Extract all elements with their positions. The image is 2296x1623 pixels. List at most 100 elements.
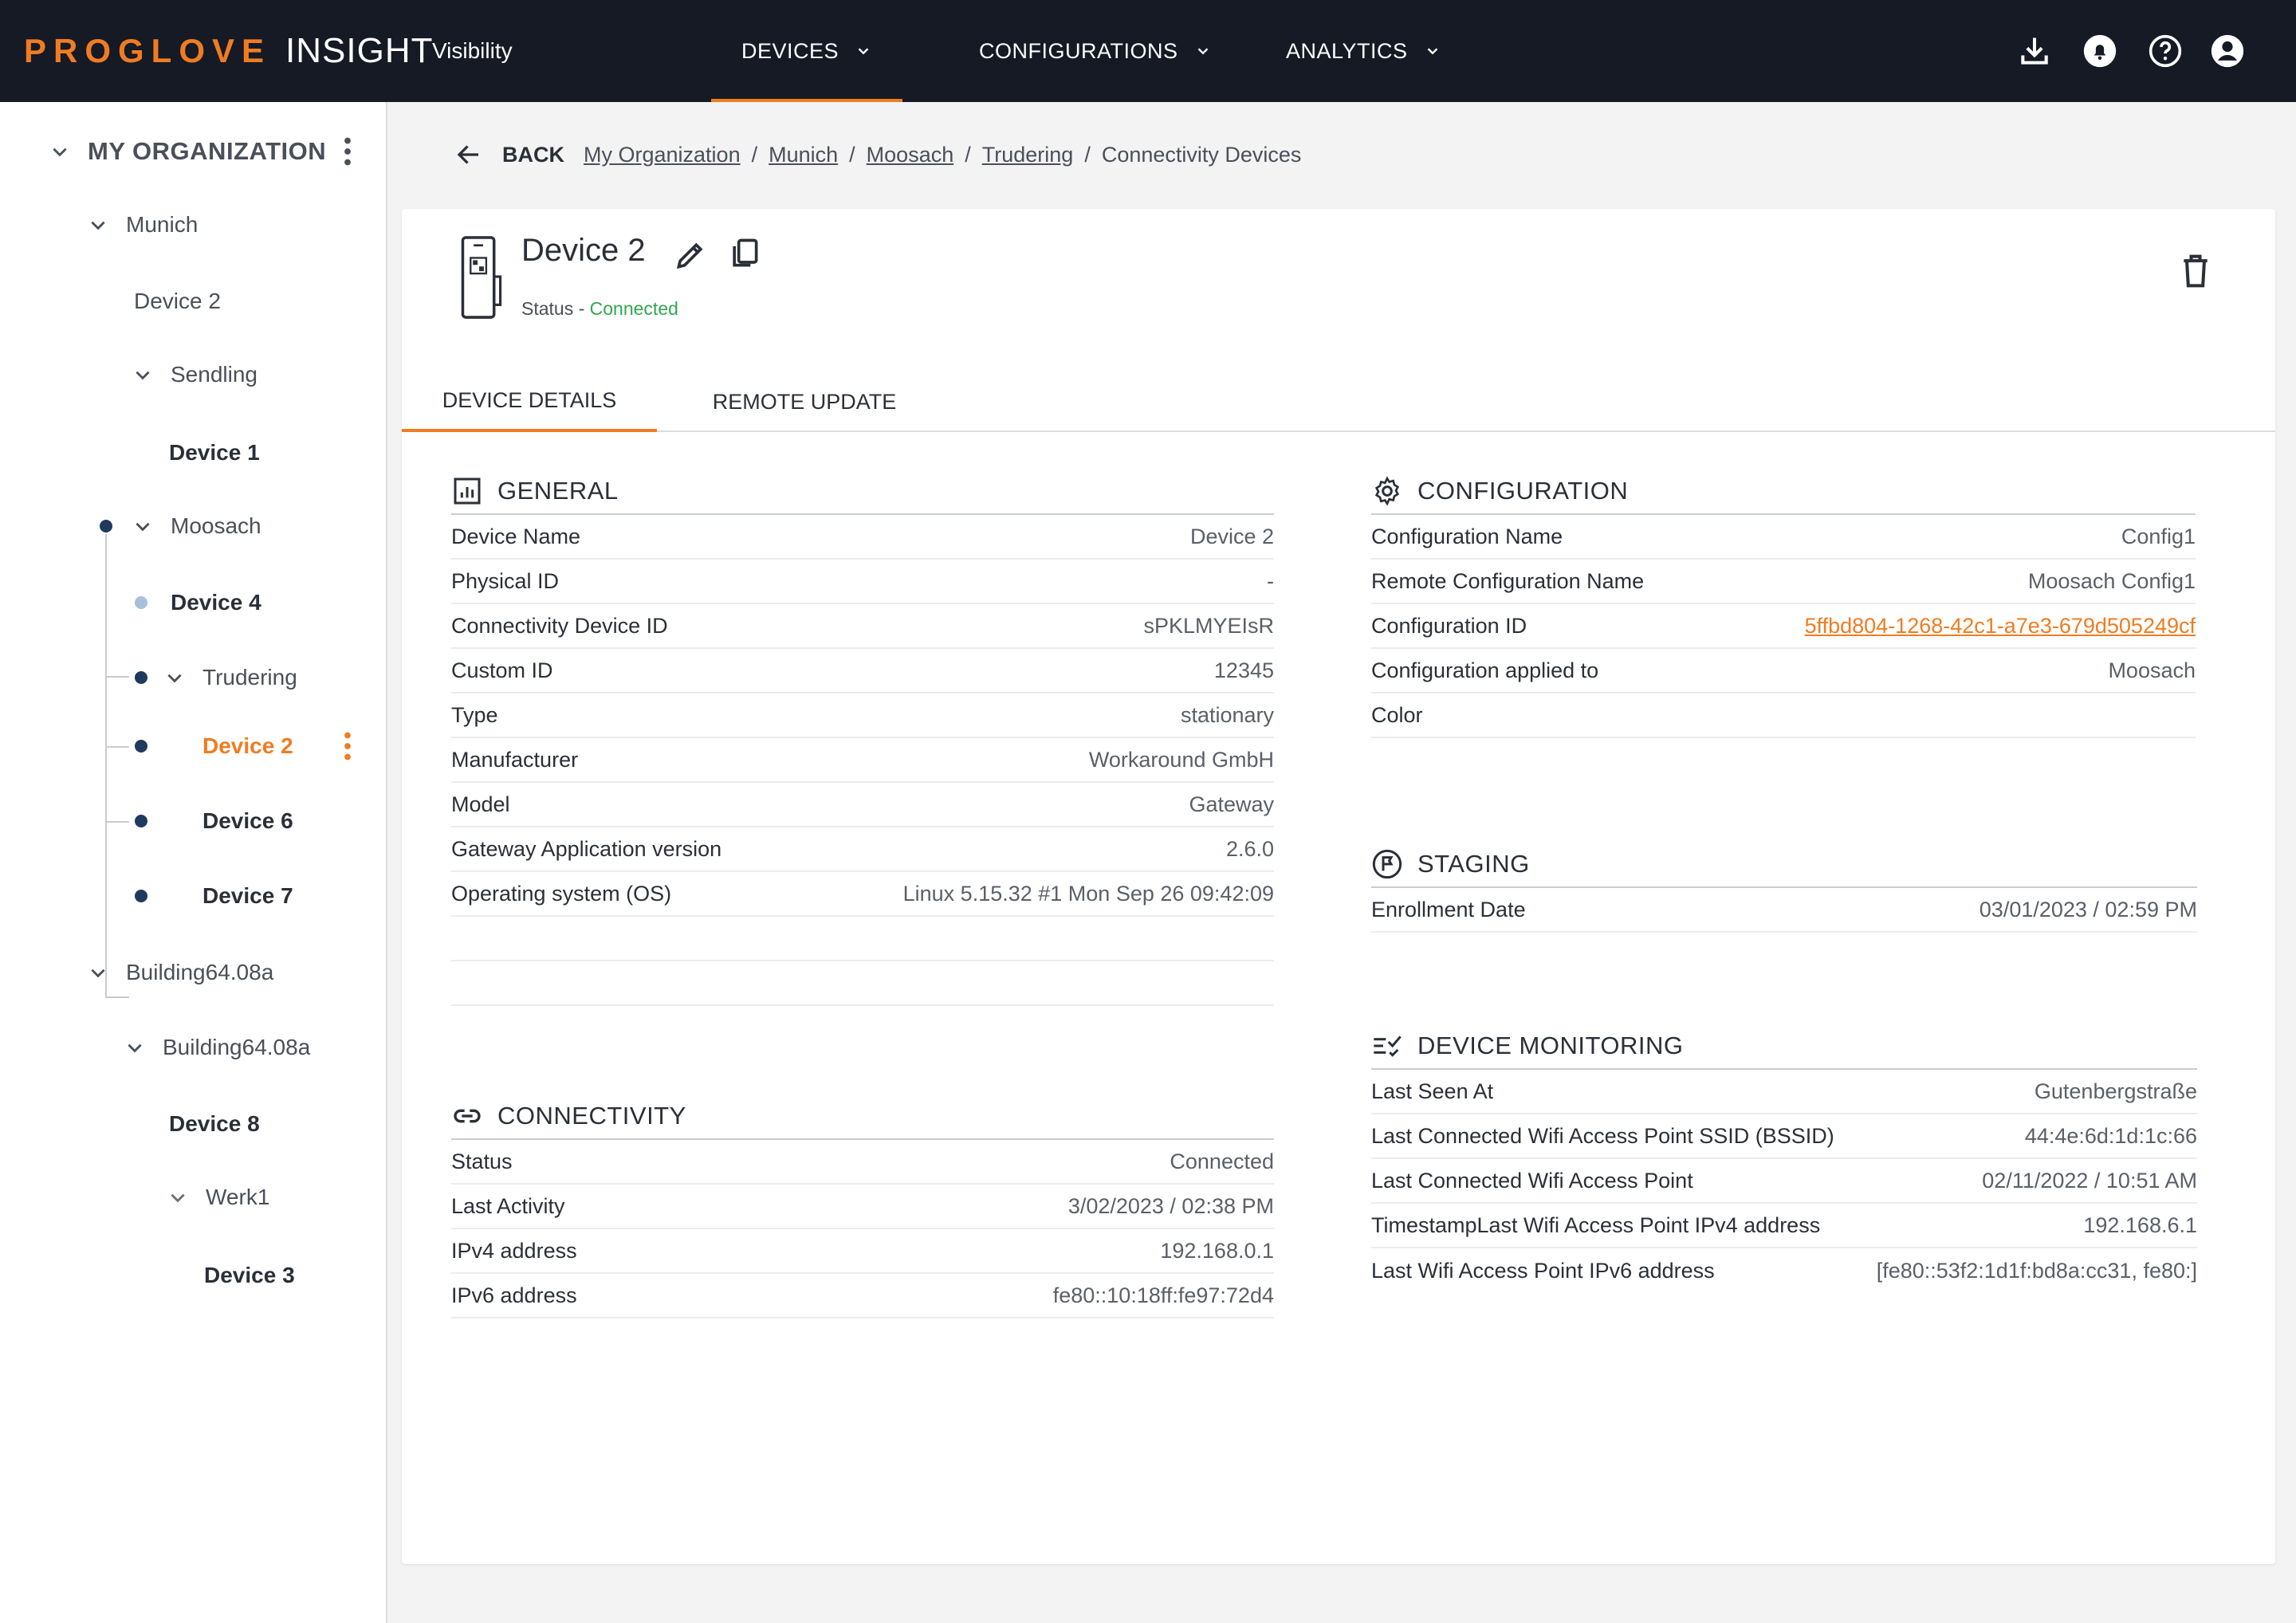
breadcrumb-link[interactable]: Munich <box>769 143 838 167</box>
detail-value: Gateway <box>1189 792 1274 816</box>
device-more-icon[interactable] <box>344 732 352 760</box>
sidebar-item-device[interactable]: Device 8 <box>169 1108 260 1140</box>
org-sidebar: MY ORGANIZATION Munich Device 2 Sendling… <box>0 102 387 1623</box>
detail-key: Physical ID <box>451 568 560 593</box>
sidebar-item-munich[interactable]: Munich <box>88 209 198 241</box>
detail-value: Gutenbergstraße <box>2034 1079 2197 1103</box>
nav-active-indicator <box>711 99 902 102</box>
back-button[interactable]: BACK <box>502 143 564 167</box>
sidebar-item-label: Device 2 <box>202 733 293 758</box>
tree-line <box>105 746 129 748</box>
sidebar-item-device-active[interactable]: Device 2 <box>202 730 293 762</box>
device-title: Device 2 <box>521 233 646 268</box>
nav-devices-label: DEVICES <box>741 38 839 63</box>
bell-icon[interactable] <box>2082 33 2117 69</box>
detail-key: Last Connected Wifi Access Point <box>1371 1168 1693 1193</box>
sidebar-item-building[interactable]: Building64.08a <box>88 957 273 988</box>
detail-row: Status Connected <box>451 1140 1274 1185</box>
detail-row-empty <box>451 961 1274 1006</box>
sidebar-item-device[interactable]: Device 7 <box>202 880 293 912</box>
sidebar-item-device[interactable]: Device 4 <box>171 587 261 619</box>
tree-node-dot <box>135 890 147 902</box>
gateway-device-icon <box>461 236 502 319</box>
nav-configurations[interactable]: CONFIGURATIONS <box>979 0 1212 102</box>
nav-analytics[interactable]: ANALYTICS <box>1286 0 1441 102</box>
detail-row: IPv4 address 192.168.0.1 <box>451 1229 1274 1274</box>
detail-row: Last Activity 3/02/2023 / 02:38 PM <box>451 1185 1274 1229</box>
detail-key: Configuration applied to <box>1371 658 1599 682</box>
monitoring-section: DEVICE MONITORING Last Seen At Gutenbergs… <box>1371 1024 2197 1293</box>
sidebar-item-device[interactable]: Device 3 <box>204 1259 295 1291</box>
copy-icon[interactable] <box>727 236 762 271</box>
device-status: Status - Connected <box>521 298 678 320</box>
chevron-down-icon <box>1427 48 1437 55</box>
flag-icon <box>1372 849 1402 879</box>
general-header: GENERAL <box>451 469 1274 515</box>
general-title: GENERAL <box>497 477 619 505</box>
chevron-down-icon <box>136 371 150 380</box>
chevron-down-icon <box>53 147 67 157</box>
detail-value: - <box>1267 568 1274 593</box>
tab-remote-update[interactable]: REMOTE UPDATE <box>705 371 904 432</box>
detail-value: 44:4e:6d:1d:1c:66 <box>2024 1123 2197 1148</box>
detail-row: Custom ID 12345 <box>451 649 1274 694</box>
help-icon[interactable] <box>2148 33 2183 69</box>
status-badge: Connected <box>589 298 678 319</box>
breadcrumb-link[interactable]: My Organization <box>584 143 741 167</box>
tree-line <box>105 676 129 678</box>
sidebar-item-label: Device 7 <box>202 883 293 908</box>
detail-key: Status <box>451 1149 513 1173</box>
breadcrumb-link[interactable]: Trudering <box>982 143 1074 167</box>
detail-row: Last Seen At Gutenbergstraße <box>1371 1070 2197 1114</box>
pencil-icon[interactable] <box>673 238 708 273</box>
detail-key: Last Connected Wifi Access Point SSID (B… <box>1371 1123 1834 1148</box>
nav-devices[interactable]: DEVICES <box>711 0 902 102</box>
sidebar-item-device[interactable]: Device 2 <box>134 285 221 317</box>
tree-line <box>105 996 129 998</box>
download-icon[interactable] <box>2017 33 2052 69</box>
sidebar-item-device[interactable]: Device 1 <box>169 437 260 469</box>
sidebar-item-label: Moosach <box>171 513 261 538</box>
chevron-down-icon <box>1197 48 1208 55</box>
sidebar-item-label: Device 4 <box>171 590 261 615</box>
trash-icon[interactable] <box>2178 252 2213 290</box>
sidebar-item-device[interactable]: Device 6 <box>202 805 293 837</box>
detail-value: Moosach <box>2108 658 2196 682</box>
detail-value: fe80::10:18ff:fe97:72d4 <box>1052 1283 1274 1307</box>
org-root[interactable]: MY ORGANIZATION <box>49 134 326 169</box>
general-section: GENERAL Device Name Device 2 Physical ID -… <box>451 469 1274 1006</box>
chevron-down-icon <box>91 221 105 230</box>
sidebar-item-label: Trudering <box>202 665 297 690</box>
tree-node-dot <box>100 520 112 532</box>
sidebar-item-werk[interactable]: Werk1 <box>167 1181 269 1213</box>
sidebar-item-trudering[interactable]: Trudering <box>164 662 297 694</box>
account-icon[interactable] <box>2210 33 2245 69</box>
breadcrumb-link[interactable]: Moosach <box>867 143 954 167</box>
detail-row: Last Wifi Access Point IPv6 address [fe80… <box>1371 1248 2197 1293</box>
tree-node-dot <box>135 596 147 609</box>
org-more-icon[interactable] <box>344 137 352 166</box>
tab-bar: DEVICE DETAILS REMOTE UPDATE <box>402 371 2275 432</box>
arrow-left-icon[interactable] <box>454 140 483 169</box>
sidebar-item-building[interactable]: Building64.08a <box>124 1032 310 1063</box>
breadcrumb-separator: / <box>965 142 971 167</box>
detail-value: Workaround GmbH <box>1088 747 1274 772</box>
detail-key: Gateway Application version <box>451 836 722 861</box>
detail-key: IPv6 address <box>451 1283 577 1307</box>
configuration-id-link[interactable]: 5ffbd804-1268-42c1-a7e3-679d505249cf <box>1805 614 2196 639</box>
breadcrumb-separator: / <box>849 142 855 167</box>
detail-row: Configuration ID 5ffbd804-1268-42c1-a7e3-… <box>1371 604 2196 649</box>
chevron-down-icon <box>167 674 182 683</box>
sidebar-item-label: Device 8 <box>169 1111 260 1136</box>
detail-key: Model <box>451 792 510 816</box>
sidebar-item-moosach[interactable]: Moosach <box>132 510 261 542</box>
connectivity-title: CONNECTIVITY <box>497 1102 686 1130</box>
chevron-down-icon <box>91 969 105 978</box>
connectivity-header: CONNECTIVITY <box>451 1094 1274 1140</box>
detail-value: [fe80::53f2:1d1f:bd8a:cc31, fe80:] <box>1876 1258 2197 1283</box>
breadcrumb-current: Connectivity Devices <box>1101 142 1302 167</box>
tree-node-dot <box>135 815 147 827</box>
brand-logo[interactable]: PROGLOVE INSIGHT <box>24 27 434 75</box>
tab-device-details[interactable]: DEVICE DETAILS <box>402 371 657 432</box>
sidebar-item-sendling[interactable]: Sendling <box>132 359 258 391</box>
